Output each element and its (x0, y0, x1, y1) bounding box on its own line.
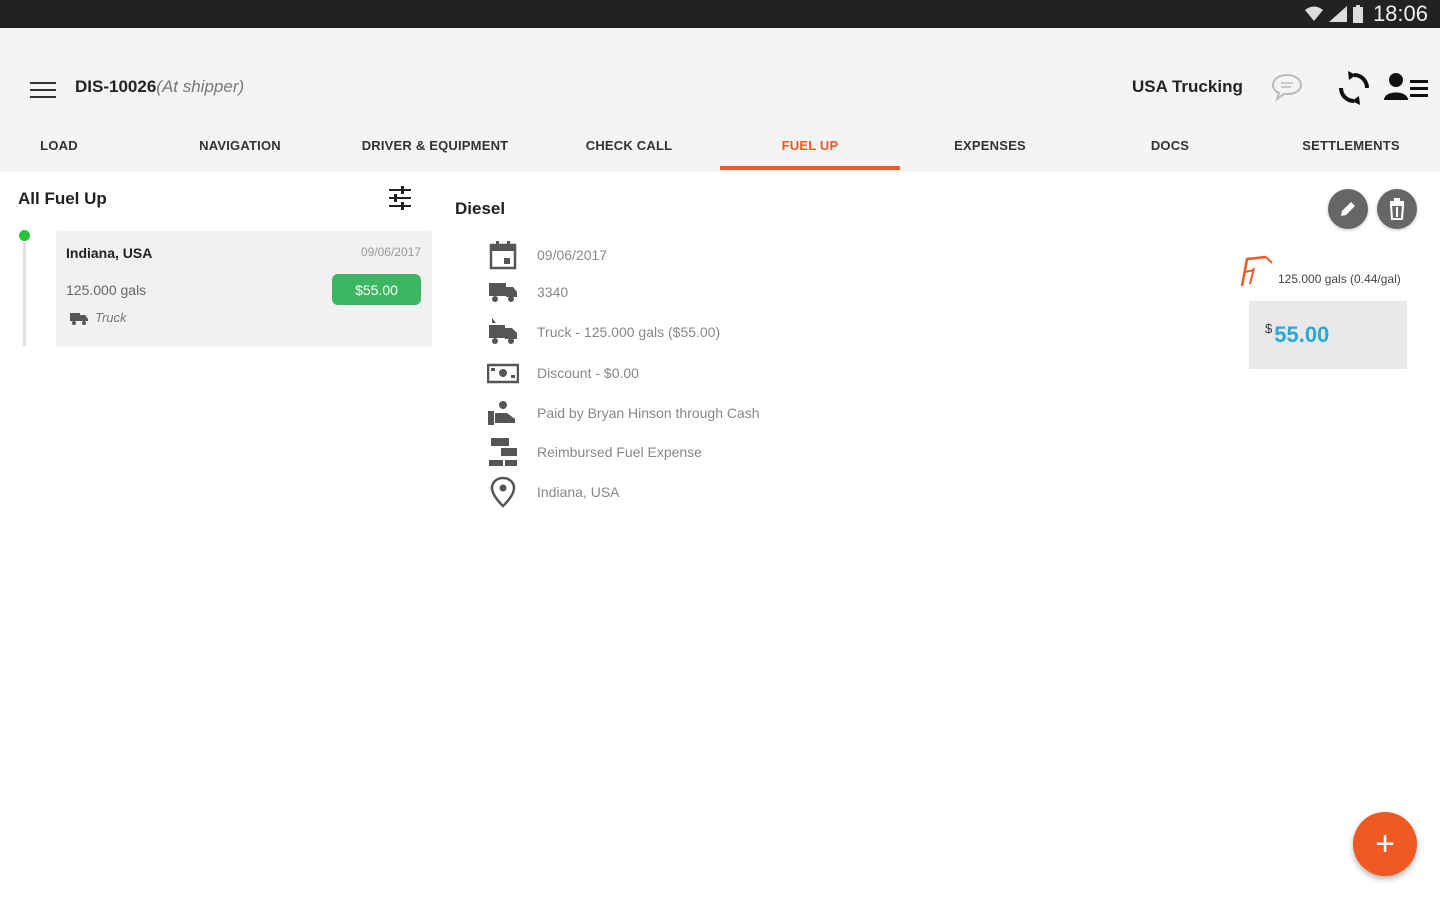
clock: 18:06 (1372, 1, 1428, 26)
app-header: DIS-10026(At shipper) USA Trucking LOAD … (0, 28, 1440, 170)
battery-icon (1352, 5, 1363, 23)
timeline-status-dot (17, 228, 32, 243)
tab-check-call[interactable]: CHECK CALL (539, 120, 719, 170)
load-status: (At shipper) (156, 77, 245, 96)
fuel-summary: 125.000 gals (0.44/gal) (1236, 254, 1401, 288)
filter-sliders-icon[interactable] (386, 184, 414, 212)
fuel-truck-icon (487, 316, 519, 348)
tab-driver-equipment[interactable]: DRIVER & EQUIPMENT (345, 120, 525, 170)
tab-settlements[interactable]: SETTLEMENTS (1261, 120, 1440, 170)
total-amount-box: $ 55.00 (1249, 301, 1407, 369)
card-vehicle: Truck (70, 310, 127, 325)
fuel-pump-icon (1240, 255, 1273, 287)
detail-row-location: Indiana, USA (487, 476, 620, 508)
add-fuel-up-button[interactable]: + (1353, 812, 1417, 876)
card-gallons: 125.000 gals (66, 282, 147, 298)
detail-location: Indiana, USA (537, 484, 620, 500)
card-vehicle-label: Truck (95, 310, 127, 325)
edit-button[interactable] (1328, 189, 1368, 229)
hamburger-menu-icon[interactable] (30, 82, 56, 102)
card-amount-badge: $55.00 (332, 274, 421, 305)
reimburse-icon (487, 436, 519, 468)
wifi-icon (1304, 6, 1323, 21)
pencil-icon (1341, 202, 1355, 216)
tab-fuel-up[interactable]: FUEL UP (720, 120, 900, 170)
detail-date: 09/06/2017 (537, 247, 608, 263)
card-date: 09/06/2017 (360, 245, 421, 259)
tab-docs[interactable]: DOCS (1080, 120, 1260, 170)
total-amount: 55.00 (1274, 322, 1330, 347)
tab-load[interactable]: LOAD (0, 120, 149, 170)
signal-icon (1328, 6, 1347, 22)
main-tabs: LOAD NAVIGATION DRIVER & EQUIPMENT CHECK… (0, 120, 1440, 170)
detail-row-fuel-quantity: Truck - 125.000 gals ($55.00) (487, 316, 720, 348)
truck-icon (487, 276, 519, 308)
detail-fuel-quantity: Truck - 125.000 gals ($55.00) (537, 324, 721, 340)
location-pin-icon (487, 476, 519, 508)
tab-navigation[interactable]: NAVIGATION (150, 120, 330, 170)
timeline-line (23, 238, 26, 346)
fuel-list-title: All Fuel Up (18, 189, 107, 208)
calendar-icon (487, 239, 519, 271)
fuel-type-title: Diesel (455, 199, 506, 218)
chat-icon[interactable] (1270, 72, 1304, 102)
truck-icon (70, 312, 88, 325)
load-id: DIS-10026 (75, 77, 157, 96)
payment-icon (487, 397, 519, 429)
detail-row-discount: Discount - $0.00 (487, 357, 639, 389)
detail-row-reimbursement: Reimbursed Fuel Expense (487, 436, 702, 468)
detail-discount: Discount - $0.00 (537, 365, 639, 381)
company-name: USA Trucking (1132, 77, 1243, 96)
discount-icon (487, 357, 519, 389)
detail-reimbursement: Reimbursed Fuel Expense (537, 444, 702, 460)
detail-row-truck-number: 3340 (487, 276, 568, 308)
tab-expenses[interactable]: EXPENSES (900, 120, 1080, 170)
system-status-bar: 18:06 (0, 0, 1440, 28)
page-title: DIS-10026(At shipper) (75, 77, 244, 97)
detail-row-date: 09/06/2017 (487, 239, 607, 271)
trash-icon (1389, 198, 1405, 220)
user-list-icon[interactable] (1384, 72, 1430, 102)
fuel-up-list-item[interactable]: Indiana, USA 09/06/2017 125.000 gals $55… (56, 231, 432, 346)
sync-icon[interactable] (1336, 70, 1372, 106)
detail-payment: Paid by Bryan Hinson through Cash (537, 405, 760, 421)
fuel-summary-text: 125.000 gals (0.44/gal) (1278, 272, 1401, 286)
card-location: Indiana, USA (66, 245, 153, 261)
delete-button[interactable] (1377, 189, 1417, 229)
total-currency: $ (1265, 321, 1273, 336)
detail-truck-number: 3340 (537, 284, 569, 300)
detail-row-payment: Paid by Bryan Hinson through Cash (487, 397, 760, 429)
